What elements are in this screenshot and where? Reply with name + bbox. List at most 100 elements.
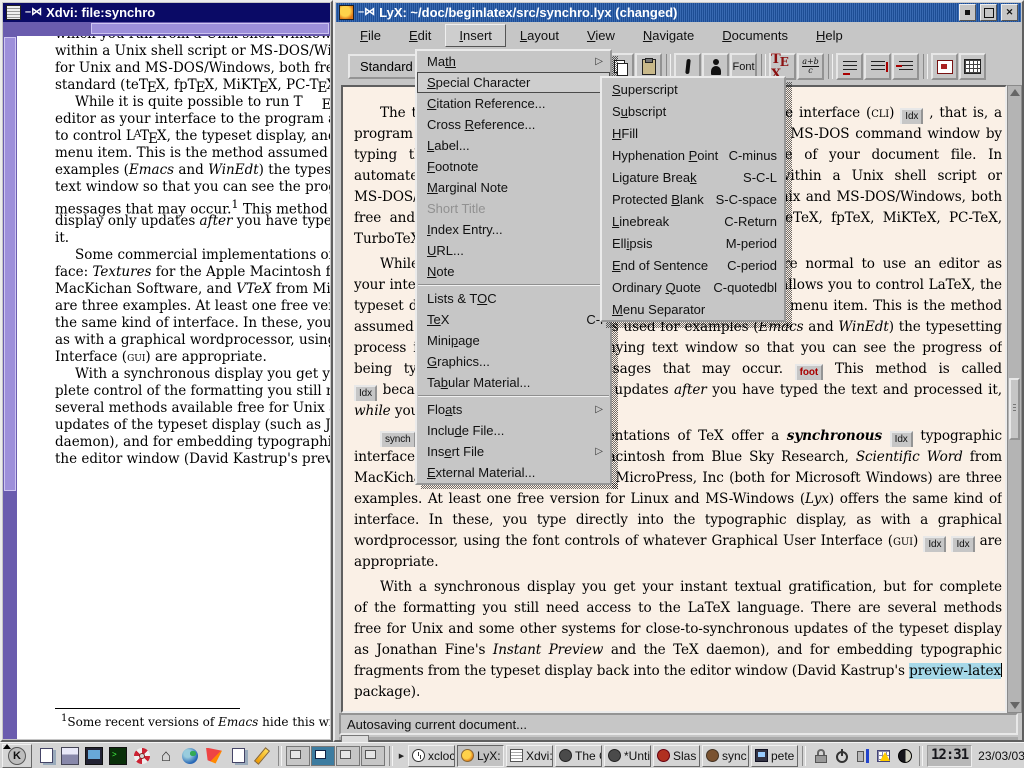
desktop-3[interactable] [336,746,360,766]
xdvi-hscroll-thumb[interactable] [91,23,329,34]
menu-item-footnote[interactable]: Footnote [417,156,610,177]
menubar-item-layout[interactable]: Layout [506,24,573,47]
menubar-item-file[interactable]: File [346,24,395,47]
desktop-4[interactable] [361,746,385,766]
document-horizontal-scrollbar[interactable] [339,737,1018,740]
sticky-pin-icon[interactable]: –⋈ [358,7,375,18]
document-scrollbar[interactable] [1007,85,1022,713]
display-launcher[interactable] [82,745,106,767]
menu-item-ordinary-quote[interactable]: Ordinary QuoteC-quotedbl [602,276,784,298]
menu-item-subscript[interactable]: Subscript [602,100,784,122]
footnote-inset[interactable]: foot [795,364,823,380]
menubar-item-view[interactable]: View [573,24,629,47]
close-button[interactable]: ✕ [1001,4,1018,21]
lock-tray-button[interactable] [810,745,831,767]
xdvi-vertical-scrollbar[interactable] [3,36,18,739]
label-inset[interactable]: synch [380,431,416,447]
menu-item-tex[interactable]: TeXC-l [417,309,610,330]
menu-item-url[interactable]: URL... [417,240,610,261]
menu-item-short-title[interactable]: Short Title [417,198,610,219]
index-inset[interactable]: Idx [900,108,923,124]
insert-marginnote-icon[interactable] [864,53,891,80]
menu-item-label[interactable]: Label... [417,135,610,156]
task-button-sync[interactable]: sync [702,745,749,767]
task-button-pete[interactable]: pete◀ [751,745,798,767]
math-mode-icon[interactable]: a+bc [797,53,824,80]
menubar-item-navigate[interactable]: Navigate [629,24,708,47]
menu-item-minipage[interactable]: Minipage [417,330,610,351]
menu-item-superscript[interactable]: Superscript [602,78,784,100]
lyx-titlebar[interactable]: –⋈ LyX: ~/doc/beginlatex/src/synchro.lyx… [336,3,1021,22]
menu-item-menu-separator[interactable]: Menu Separator [602,298,784,320]
scroll-up-icon[interactable] [1010,89,1020,96]
menubar-item-help[interactable]: Help [802,24,857,47]
menu-item-hyphenation-point[interactable]: Hyphenation PointC-minus [602,144,784,166]
desktop-pager[interactable] [286,746,385,766]
taskbar-scroll-left-icon[interactable]: ▶ [397,746,406,766]
mail-launcher[interactable] [202,745,226,767]
menu-item-tabular-material[interactable]: Tabular Material... [417,372,610,393]
menu-item-index-entry[interactable]: Index Entry... [417,219,610,240]
task-button-slas[interactable]: Slas [653,745,700,767]
minimize-button[interactable] [959,4,976,21]
menu-item-external-material[interactable]: External Material... [417,462,610,483]
insert-figure-icon[interactable] [931,53,958,80]
moon-tray-button[interactable] [894,745,915,767]
task-button-xcloc[interactable]: xcloc [408,745,455,767]
console-launcher[interactable] [106,745,130,767]
menu-item-citation-reference[interactable]: Citation Reference... [417,93,610,114]
xdvi-horizontal-scrollbar[interactable] [3,22,330,37]
menubar-item-edit[interactable]: Edit [395,24,445,47]
change-depth-icon[interactable] [892,53,919,80]
menu-item-special-character[interactable]: Special Character [417,72,610,93]
organizer-tray-button[interactable] [873,745,894,767]
menu-item-marginal-note[interactable]: Marginal Note [417,177,610,198]
web-launcher[interactable] [178,745,202,767]
menu-item-note[interactable]: Note [417,261,610,282]
index-inset[interactable]: Idx [923,536,946,552]
task-button-xdvi[interactable]: Xdvi: [506,745,553,767]
menubar-item-documents[interactable]: Documents [708,24,802,47]
menu-item-floats[interactable]: Floats▷ [417,399,610,420]
insert-footnote-icon[interactable] [836,53,863,80]
menu-item-protected-blank[interactable]: Protected BlankS-C-space [602,188,784,210]
index-inset[interactable]: Idx [951,536,974,552]
task-button-unti[interactable]: *Unti [604,745,651,767]
menu-item-lists-toc[interactable]: Lists & TOC [417,288,610,309]
desktop-1[interactable] [286,746,310,766]
task-button-lyx[interactable]: LyX: [457,745,504,767]
power-tray-button[interactable] [831,745,852,767]
task-button-the-g[interactable]: The G [555,745,602,767]
menu-item-ellipsis[interactable]: EllipsisM-period [602,232,784,254]
menu-item-insert-file[interactable]: Insert File▷ [417,441,610,462]
menubar-item-insert[interactable]: Insert [445,24,506,47]
sticky-pin-icon[interactable]: –⋈ [25,7,42,18]
editor-launcher[interactable] [250,745,274,767]
desktop-2[interactable] [311,746,335,766]
index-inset[interactable]: Idx [354,385,377,401]
menu-item-end-of-sentence[interactable]: End of SentenceC-period [602,254,784,276]
menu-item-linebreak[interactable]: LinebreakC-Return [602,210,784,232]
home-launcher[interactable]: ⌂ [154,745,178,767]
xdvi-titlebar[interactable]: –⋈ Xdvi: file:synchro [3,3,330,22]
desktop-launcher[interactable] [58,745,82,767]
insert-table-icon[interactable] [959,53,986,80]
menu-item-graphics[interactable]: Graphics... [417,351,610,372]
klipper-tray-button[interactable] [852,745,873,767]
help-launcher[interactable] [130,745,154,767]
menu-item-cross-reference[interactable]: Cross Reference... [417,114,610,135]
windows-launcher[interactable] [226,745,250,767]
xdvi-vscroll-thumb[interactable] [4,37,16,491]
maximize-button[interactable] [980,4,997,21]
menu-item-math[interactable]: Math▷ [417,51,610,72]
menu-item-hfill[interactable]: HFill [602,122,784,144]
index-inset[interactable]: Idx [890,431,913,447]
menu-item-ligature-break[interactable]: Ligature BreakS-C-L [602,166,784,188]
lcd-clock[interactable]: 12:31 [927,745,972,767]
document-scroll-thumb[interactable] [1009,378,1020,440]
window-list-launcher[interactable] [34,745,58,767]
k-menu-button[interactable]: K [2,744,32,768]
menu-item-include-file[interactable]: Include File... [417,420,610,441]
scroll-down-icon[interactable] [1010,702,1020,709]
date-display[interactable]: 23/03/03 [974,749,1024,763]
